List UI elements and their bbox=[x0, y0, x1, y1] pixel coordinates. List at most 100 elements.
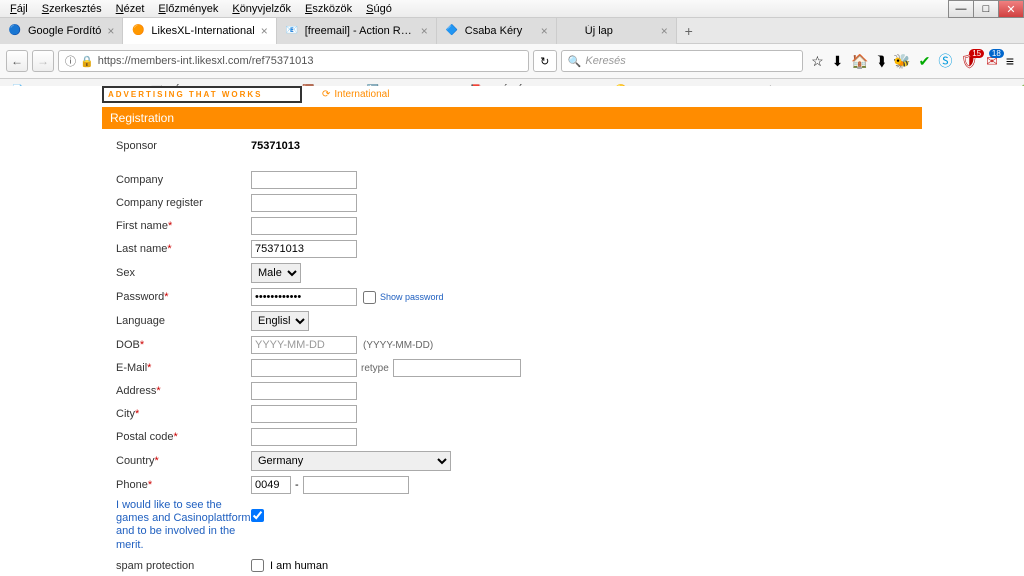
bee-icon[interactable]: 🐝 bbox=[893, 53, 910, 70]
menu-item[interactable]: Eszközök bbox=[299, 2, 358, 16]
company-input[interactable] bbox=[251, 171, 357, 189]
sponsor-value: 75371013 bbox=[251, 140, 300, 152]
browser-tab[interactable]: 📧 [freemail] - Action Require... × bbox=[277, 18, 437, 44]
registration-form: Sponsor 75371013 Company Company registe… bbox=[102, 129, 922, 576]
browser-tab[interactable]: Új lap × bbox=[557, 18, 677, 44]
address-bar: ← → ⓘ 🔒 https://members-int.likesxl.com/… bbox=[0, 44, 1024, 79]
skype-icon[interactable]: Ⓢ bbox=[938, 51, 952, 71]
menu-bar: FájlSzerkesztésNézetElőzményekKönyvjelző… bbox=[0, 0, 1024, 18]
human-check[interactable] bbox=[251, 559, 264, 572]
phone-code-input[interactable] bbox=[251, 476, 291, 494]
language-label: Language bbox=[116, 315, 251, 327]
country-label: Country* bbox=[116, 455, 251, 467]
shield-icon[interactable]: 🛡 15 bbox=[960, 53, 978, 70]
casino-check[interactable] bbox=[251, 509, 264, 522]
first-name-input[interactable] bbox=[251, 217, 357, 235]
badge-count: 15 bbox=[969, 49, 984, 58]
password-input[interactable] bbox=[251, 288, 357, 306]
email-input[interactable] bbox=[251, 359, 357, 377]
email-retype-input[interactable] bbox=[393, 359, 521, 377]
reload-button[interactable]: ↻ bbox=[533, 50, 557, 72]
badge-count: 18 bbox=[989, 49, 1004, 58]
home-icon[interactable]: ⮯ bbox=[877, 53, 885, 70]
registration-header: Registration bbox=[102, 107, 922, 129]
city-label: City* bbox=[116, 408, 251, 420]
lock-icon: 🔒 bbox=[80, 55, 94, 68]
browser-tab[interactable]: 🟠 LikesXL-International × bbox=[123, 18, 276, 44]
phone-label: Phone* bbox=[116, 479, 251, 491]
last-name-label: Last name* bbox=[116, 243, 251, 255]
favicon bbox=[565, 24, 579, 38]
close-icon[interactable]: × bbox=[107, 24, 114, 38]
menu-item[interactable]: Előzmények bbox=[152, 2, 224, 16]
retype-label: retype bbox=[361, 363, 389, 374]
download-icon[interactable]: 🏠 bbox=[851, 53, 868, 70]
browser-tab[interactable]: 🔵Google Fordító× bbox=[0, 18, 123, 44]
menu-item[interactable]: Szerkesztés bbox=[36, 2, 108, 16]
info-icon: ⓘ bbox=[65, 53, 76, 69]
language-select[interactable]: English bbox=[251, 311, 309, 331]
tab-label: [freemail] - Action Require... bbox=[305, 25, 415, 37]
company-register-input[interactable] bbox=[251, 194, 357, 212]
pocket-icon[interactable]: ⬇ bbox=[832, 53, 844, 70]
menu-item[interactable]: Súgó bbox=[360, 2, 398, 16]
menu-item[interactable]: Fájl bbox=[4, 2, 34, 16]
favicon: 🟠 bbox=[131, 24, 145, 38]
country-select[interactable]: Germany bbox=[251, 451, 451, 471]
address-label: Address* bbox=[116, 385, 251, 397]
window-controls: — □ ✕ bbox=[949, 0, 1024, 18]
tab-label: Új lap bbox=[585, 25, 655, 37]
bookmark-star-icon[interactable]: ☆ bbox=[811, 53, 824, 70]
tab-label: Csaba Kéry bbox=[465, 25, 535, 37]
show-password-check[interactable] bbox=[363, 291, 376, 304]
company-label: Company bbox=[116, 174, 251, 186]
email-label: E-Mail* bbox=[116, 362, 251, 374]
close-icon[interactable]: × bbox=[261, 24, 268, 38]
sex-select[interactable]: Male bbox=[251, 263, 301, 283]
side-logo: ⟳ International bbox=[322, 89, 389, 100]
viewport[interactable]: ADVERTISING THAT WORKS ⟳ International R… bbox=[0, 86, 1024, 576]
url-box[interactable]: ⓘ 🔒 https://members-int.likesxl.com/ref7… bbox=[58, 50, 529, 72]
check-icon[interactable]: ✔ bbox=[919, 53, 931, 70]
close-icon[interactable]: × bbox=[541, 24, 548, 38]
address-input[interactable] bbox=[251, 382, 357, 400]
postal-label: Postal code* bbox=[116, 431, 251, 443]
spam-label: spam protection bbox=[116, 560, 251, 572]
menu-icon[interactable]: ≡ bbox=[1006, 53, 1014, 69]
favicon: 📧 bbox=[285, 24, 299, 38]
minimize-button[interactable]: — bbox=[948, 0, 974, 18]
phone-input[interactable] bbox=[303, 476, 409, 494]
page-content: ADVERTISING THAT WORKS ⟳ International R… bbox=[102, 86, 922, 576]
menu-item[interactable]: Nézet bbox=[110, 2, 151, 16]
back-button[interactable]: ← bbox=[6, 50, 28, 72]
dob-hint: (YYYY-MM-DD) bbox=[363, 340, 433, 351]
first-name-label: First name* bbox=[116, 220, 251, 232]
globe-icon: ⟳ bbox=[322, 89, 330, 100]
tab-label: LikesXL-International bbox=[151, 25, 254, 37]
mail-icon[interactable]: ✉ 18 bbox=[986, 53, 998, 70]
maximize-button[interactable]: □ bbox=[973, 0, 999, 18]
search-input[interactable] bbox=[585, 55, 796, 67]
brand-tagline: ADVERTISING THAT WORKS bbox=[104, 88, 300, 101]
forward-button[interactable]: → bbox=[32, 50, 54, 72]
tab-bar: 🔵Google Fordító×🟠LikesXL-International×📧… bbox=[0, 18, 1024, 44]
last-name-input[interactable] bbox=[251, 240, 357, 258]
brand-logo: ADVERTISING THAT WORKS bbox=[102, 86, 302, 103]
dob-input[interactable] bbox=[251, 336, 357, 354]
company-register-label: Company register bbox=[116, 197, 251, 209]
dob-label: DOB* bbox=[116, 339, 251, 351]
city-input[interactable] bbox=[251, 405, 357, 423]
url-text: https://members-int.likesxl.com/ref75371… bbox=[98, 55, 314, 67]
casino-label: I would like to see the games and Casino… bbox=[116, 499, 251, 552]
browser-tab[interactable]: 🔷 Csaba Kéry × bbox=[437, 18, 557, 44]
new-tab-button[interactable]: + bbox=[677, 23, 701, 39]
human-label: I am human bbox=[270, 560, 328, 572]
menu-item[interactable]: Könyvjelzők bbox=[226, 2, 297, 16]
favicon: 🔷 bbox=[445, 24, 459, 38]
close-button[interactable]: ✕ bbox=[998, 0, 1024, 18]
search-box[interactable]: 🔍 bbox=[561, 50, 803, 72]
tab-label: Google Fordító bbox=[28, 25, 101, 37]
close-icon[interactable]: × bbox=[661, 24, 668, 38]
postal-input[interactable] bbox=[251, 428, 357, 446]
close-icon[interactable]: × bbox=[421, 24, 428, 38]
